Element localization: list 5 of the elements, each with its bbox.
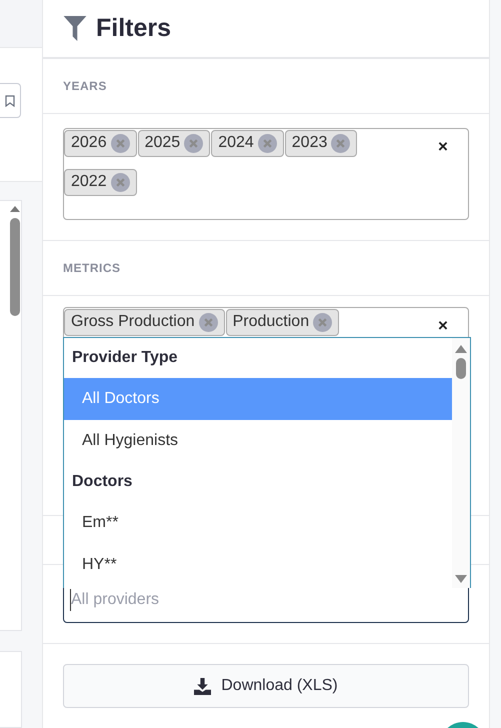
group-label: Provider Type	[71, 348, 179, 368]
panel-title: Filters	[96, 14, 172, 43]
section-label: YEARS	[63, 78, 107, 93]
section-label: METRICS	[63, 260, 120, 275]
group-label: Doctors	[71, 472, 134, 492]
